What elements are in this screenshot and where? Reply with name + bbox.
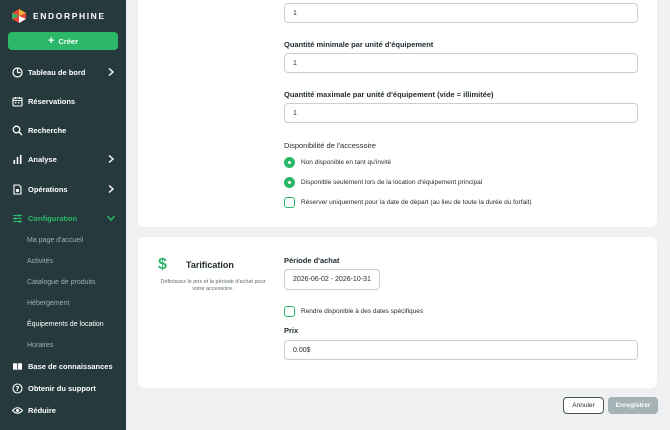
sliders-icon — [12, 213, 23, 224]
cancel-button[interactable]: Annuler — [563, 397, 604, 414]
dollar-icon: $ — [158, 256, 167, 273]
option-departure-date-only[interactable]: Réserver uniquement pour la date de dépa… — [284, 197, 532, 208]
book-open-icon — [12, 361, 23, 372]
chevron-right-icon — [106, 67, 116, 77]
search-icon — [12, 125, 23, 136]
availability-label: Disponibilité de l'accessoire — [284, 141, 376, 150]
option-label: Disponible seulement lors de la location… — [301, 179, 483, 186]
create-button[interactable]: + Créer — [8, 32, 118, 50]
min-quantity-label: Quantité minimale par unité d'équipement — [284, 40, 434, 49]
endorphine-logo-icon — [12, 9, 26, 23]
radio-selected[interactable] — [284, 177, 295, 188]
price-input[interactable]: 0.00$ — [284, 340, 638, 360]
option-not-available-guest[interactable]: Non disponible en tant qu'invité — [284, 157, 391, 168]
option-label: Réserver uniquement pour la date de dépa… — [301, 199, 532, 206]
sidebar-subitem-rental-equipment[interactable]: Équipements de location — [27, 321, 104, 328]
purchase-period-input[interactable]: 2026-06-02 - 2026-10-31 — [284, 269, 380, 290]
max-quantity-input[interactable]: 1 — [284, 103, 638, 123]
chevron-down-icon — [106, 213, 116, 223]
option-label: Rendre disponible à des dates spécifique… — [301, 308, 424, 315]
chevron-right-icon — [106, 184, 116, 194]
sidebar-item-label: Obtenir du support — [28, 383, 96, 393]
save-button[interactable]: Enregistrer — [608, 397, 658, 414]
sidebar-item-label: Réduire — [28, 405, 56, 415]
purchase-period-label: Période d'achat — [284, 256, 340, 265]
quantity-input[interactable]: 1 — [284, 3, 638, 23]
pricing-description: Définissez le prix et la période d'achat… — [160, 279, 266, 292]
brand[interactable]: ENDORPHINE — [12, 8, 106, 24]
sidebar-item-label: Tableau de bord — [28, 67, 86, 77]
checkbox[interactable] — [284, 197, 295, 208]
radio-selected[interactable] — [284, 157, 295, 168]
sidebar-item-dashboard[interactable]: Tableau de bord — [12, 65, 122, 79]
sidebar-item-analytics[interactable]: Analyse — [12, 152, 122, 166]
sidebar-subitem-lodging[interactable]: Hébergement — [27, 300, 69, 307]
sidebar: ENDORPHINE + Créer Tableau de bord Réser… — [0, 0, 126, 430]
sidebar-item-label: Opérations — [28, 184, 68, 194]
sidebar-subitem-activities[interactable]: Activités — [27, 258, 53, 265]
eye-icon — [12, 405, 23, 416]
sidebar-subitem-catalog[interactable]: Catalogue de produits — [27, 279, 96, 286]
chevron-right-icon — [106, 154, 116, 164]
document-gear-icon — [12, 183, 23, 195]
sidebar-subitem-homepage[interactable]: Ma page d'accueil — [27, 237, 83, 244]
sidebar-item-label: Analyse — [28, 154, 57, 164]
sidebar-item-search[interactable]: Recherche — [12, 123, 122, 137]
sidebar-item-reservations[interactable]: Réservations — [12, 94, 122, 108]
svg-text:?: ? — [15, 385, 19, 393]
sidebar-item-label: Configuration — [28, 213, 78, 223]
calendar-icon — [12, 96, 23, 107]
price-label: Prix — [284, 326, 299, 335]
brand-name: ENDORPHINE — [33, 11, 106, 21]
sidebar-item-configuration[interactable]: Configuration — [12, 211, 122, 225]
checkbox[interactable] — [284, 306, 295, 317]
sidebar-item-support[interactable]: ? Obtenir du support — [12, 381, 122, 395]
option-label: Non disponible en tant qu'invité — [301, 159, 392, 166]
sidebar-item-label: Réservations — [28, 96, 76, 106]
sidebar-item-knowledge-base[interactable]: Base de connaissances — [12, 359, 122, 373]
bar-chart-icon — [12, 154, 23, 165]
sidebar-item-label: Recherche — [28, 125, 67, 135]
pricing-title: Tarification — [186, 260, 234, 270]
sidebar-item-collapse[interactable]: Réduire — [12, 403, 122, 417]
sidebar-item-label: Base de connaissances — [28, 361, 113, 371]
min-quantity-input[interactable]: 1 — [284, 53, 638, 73]
sidebar-item-operations[interactable]: Opérations — [12, 182, 122, 196]
max-quantity-label: Quantité maximale par unité d'équipement… — [284, 90, 494, 99]
plus-icon: + — [47, 34, 55, 47]
help-circle-icon: ? — [12, 382, 23, 394]
create-label: Créer — [58, 36, 79, 46]
sidebar-subitem-schedules[interactable]: Horaires — [27, 342, 53, 349]
option-only-with-main-rental[interactable]: Disponible seulement lors de la location… — [284, 177, 482, 188]
specific-dates-option[interactable]: Rendre disponible à des dates spécifique… — [284, 306, 423, 317]
dashboard-gauge-icon — [12, 66, 23, 78]
